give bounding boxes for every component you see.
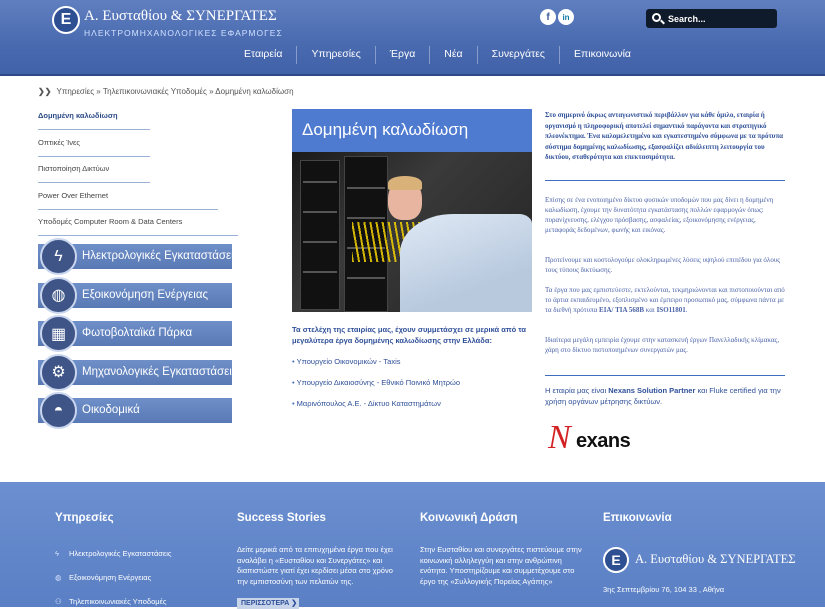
project-label: Υπουργείο Δικαιοσύνης - Εθνικό Ποινικό Μ… (296, 378, 461, 387)
lightning-icon: ϟ (55, 549, 59, 558)
list-item[interactable]: • Υπουργείο Δικαιοσύνης - Εθνικό Ποινικό … (292, 378, 532, 399)
footer-contact-title: Επικοινωνία (603, 512, 672, 524)
project-label: Μαρινόπουλος Α.Ε. - Δίκτυο Καταστημάτων (296, 399, 441, 408)
lead-paragraph: Στο σημερινό άκρως ανταγωνιστικό περιβάλ… (545, 111, 784, 161)
footer-social-title: Κοινωνική Δράση (420, 512, 518, 524)
breadcrumb-link-services[interactable]: Υπηρεσίες (56, 87, 94, 96)
projects-intro: Τα στελέχη της εταιρίας μας, έχουν συμμε… (292, 325, 527, 345)
nav-projects[interactable]: Έργα (374, 46, 430, 64)
site-header: Ε Α. Ευσταθίου & ΣΥΝΕΡΓΑΤΕΣ ΗΛΕΚΤΡΟΜΗΧΑΝ… (0, 0, 825, 74)
technician-hair (388, 176, 422, 190)
category-construction[interactable]: ◓ Οικοδομικά (38, 392, 232, 429)
submenu-item-structured-cabling[interactable]: Δομημένη καλωδίωση (38, 106, 238, 133)
nav-news[interactable]: Νέα (429, 46, 476, 64)
bullet-icon: • (292, 378, 295, 387)
footer-service-link[interactable]: ⚇ Τηλεπικοινωνιακές Υποδομές (55, 597, 167, 606)
nav-partners[interactable]: Συνεργάτες (476, 46, 559, 64)
nav-services[interactable]: Υπηρεσίες (296, 46, 374, 64)
footer-social-text: Στην Ευσταθίου και συνεργάτες πιστεύουμε… (420, 545, 582, 586)
partner-text: Η εταιρία μας είναι Nexans Solution Part… (545, 386, 781, 406)
bulb-icon: ◍ (55, 573, 62, 582)
standard-iso: ISO11801 (656, 306, 686, 314)
footer-service-link[interactable]: ϟ Ηλεκτρολογικές Εγκαταστάσεις (55, 549, 172, 558)
hero-title: Δομημένη καλωδίωση (292, 109, 532, 152)
section-divider (545, 180, 785, 181)
logo-mark: Ε (603, 547, 629, 573)
category-electrical[interactable]: ϟ Ηλεκτρολογικές Εγκαταστάσεις (38, 238, 239, 275)
network-icon: ⚇ (55, 597, 62, 606)
breadcrumb-arrows-icon: ❯❯ (38, 87, 52, 96)
footer-services-title: Υπηρεσίες (55, 512, 114, 524)
footer-address: 3ης Σεπτεμβρίου 76, 104 33 , Αθήνα (603, 585, 725, 594)
server-rack (300, 160, 340, 310)
nav-company[interactable]: Εταιρεία (230, 46, 296, 64)
footer-service-link[interactable]: ◍ Εξοικονόμηση Ενέργειας (55, 573, 151, 582)
site-footer: Υπηρεσίες ϟ Ηλεκτρολογικές Εγκαταστάσεις … (0, 482, 825, 607)
search-input[interactable] (668, 11, 772, 26)
paragraph-applications: Επίσης σε ένα ενοποιημένο δίκτυο φυσικών… (545, 196, 774, 234)
main-nav: Εταιρεία Υπηρεσίες Έργα Νέα Συνεργάτες Ε… (230, 46, 645, 64)
hero-photo (292, 152, 532, 312)
category-label: Οικοδομικά (82, 404, 140, 416)
logo-name: Α. Ευσταθίου & ΣΥΝΕΡΓΑΤΕΣ (635, 552, 796, 566)
search-box (646, 9, 777, 28)
category-label: Εξοικονόμηση Ενέργειας (82, 288, 209, 301)
header-divider (0, 74, 825, 76)
submenu-item-poe[interactable]: Power Over Ethernet (38, 186, 238, 213)
category-buttons: ϟ Ηλεκτρολογικές Εγκαταστάσεις ◍ Εξοικον… (38, 238, 239, 437)
projects-list: • Υπουργείο Οικονομικών - Taxis • Υπουργεί… (292, 357, 532, 420)
submenu: Δομημένη καλωδίωση Οπτικές Ίνες Πιστοποί… (38, 106, 238, 239)
solar-panel-icon: ▦ (40, 315, 77, 352)
logo-mark: Ε (52, 6, 80, 34)
breadcrumb: ❯❯ Υπηρεσίες » Τηλεπικοινωνιακές Υποδομέ… (38, 87, 294, 96)
technician-body (400, 214, 532, 312)
category-energy-saving[interactable]: ◍ Εξοικονόμηση Ενέργειας (38, 276, 232, 314)
standard-eia: EIA/ TIA 568B (599, 306, 645, 314)
category-label: Φωτοβολταϊκά Πάρκα (82, 327, 193, 339)
helmet-icon: ◓ (40, 392, 77, 429)
logo-name: Α. Ευσταθίου & ΣΥΝΕΡΓΑΤΕΣ (84, 8, 277, 24)
more-button[interactable]: ΠΕΡΙΣΣΟΤΕΡΑ ❯ (237, 598, 299, 609)
paragraph-solutions: Προτείνουμε και κοστολογούμε ολοκληρωμέν… (545, 256, 781, 274)
breadcrumb-separator: » (209, 87, 214, 96)
breadcrumb-separator: » (96, 87, 101, 96)
category-label: Μηχανολογικές Εγκαταστάσεις (82, 365, 238, 378)
submenu-item-fiber[interactable]: Οπτικές Ίνες (38, 133, 238, 160)
logo-subtitle: ΗΛΕΚΤΡΟΜΗΧΑΝΟΛΟΓΙΚΕΣ ΕΦΑΡΜΟΓΕΣ (84, 28, 283, 38)
list-item[interactable]: • Υπουργείο Οικονομικών - Taxis (292, 357, 532, 378)
search-icon[interactable] (652, 13, 661, 22)
gear-icon: ⚙ (40, 353, 77, 391)
section-divider (545, 375, 785, 376)
nexans-wordmark: exans (576, 430, 631, 452)
paragraph-standards: Τα έργα που μας εμπιστεύεστε, εκτελούντα… (545, 286, 785, 314)
nexans-n-mark: N (548, 419, 571, 456)
project-label: Υπουργείο Οικονομικών - Taxis (296, 357, 401, 366)
category-label: Ηλεκτρολογικές Εγκαταστάσεις (82, 250, 240, 262)
facebook-icon[interactable]: f (540, 9, 556, 25)
linkedin-icon[interactable]: in (558, 9, 574, 25)
bulb-icon: ◍ (40, 276, 77, 314)
bullet-icon: • (292, 399, 295, 408)
submenu-item-datacenters[interactable]: Υποδομές Computer Room & Data Centers (38, 212, 238, 239)
nexans-logo[interactable]: N exans (548, 421, 648, 455)
footer-success-title: Success Stories (237, 512, 326, 524)
paragraph-experience: Ιδιαίτερα μεγάλη εμπειρία έχουμε στην κα… (545, 336, 780, 354)
hero-banner: Δομημένη καλωδίωση (292, 109, 532, 312)
list-item[interactable]: • Μαρινόπουλος Α.Ε. - Δίκτυο Καταστημάτων (292, 399, 532, 420)
category-photovoltaic[interactable]: ▦ Φωτοβολταϊκά Πάρκα (38, 315, 232, 352)
site-logo[interactable]: Ε Α. Ευσταθίου & ΣΥΝΕΡΓΑΤΕΣ ΗΛΕΚΤΡΟΜΗΧΑΝ… (52, 6, 282, 40)
category-mechanical[interactable]: ⚙ Μηχανολογικές Εγκαταστάσεις (38, 353, 237, 391)
footer-success-text: Δείτε μερικά από τα επιτυχημένα έργα που… (237, 545, 393, 586)
submenu-item-certification[interactable]: Πιστοποίηση Δικτύων (38, 159, 238, 186)
lightning-icon: ϟ (40, 238, 77, 275)
footer-logo[interactable]: Ε Α. Ευσταθίου & ΣΥΝΕΡΓΑΤΕΣ (603, 547, 796, 575)
nav-contact[interactable]: Επικοινωνία (559, 46, 645, 64)
breadcrumb-current: Δομημένη καλωδίωση (215, 87, 294, 96)
breadcrumb-link-telecom[interactable]: Τηλεπικοινωνιακές Υποδομές (103, 87, 207, 96)
bullet-icon: • (292, 357, 295, 366)
